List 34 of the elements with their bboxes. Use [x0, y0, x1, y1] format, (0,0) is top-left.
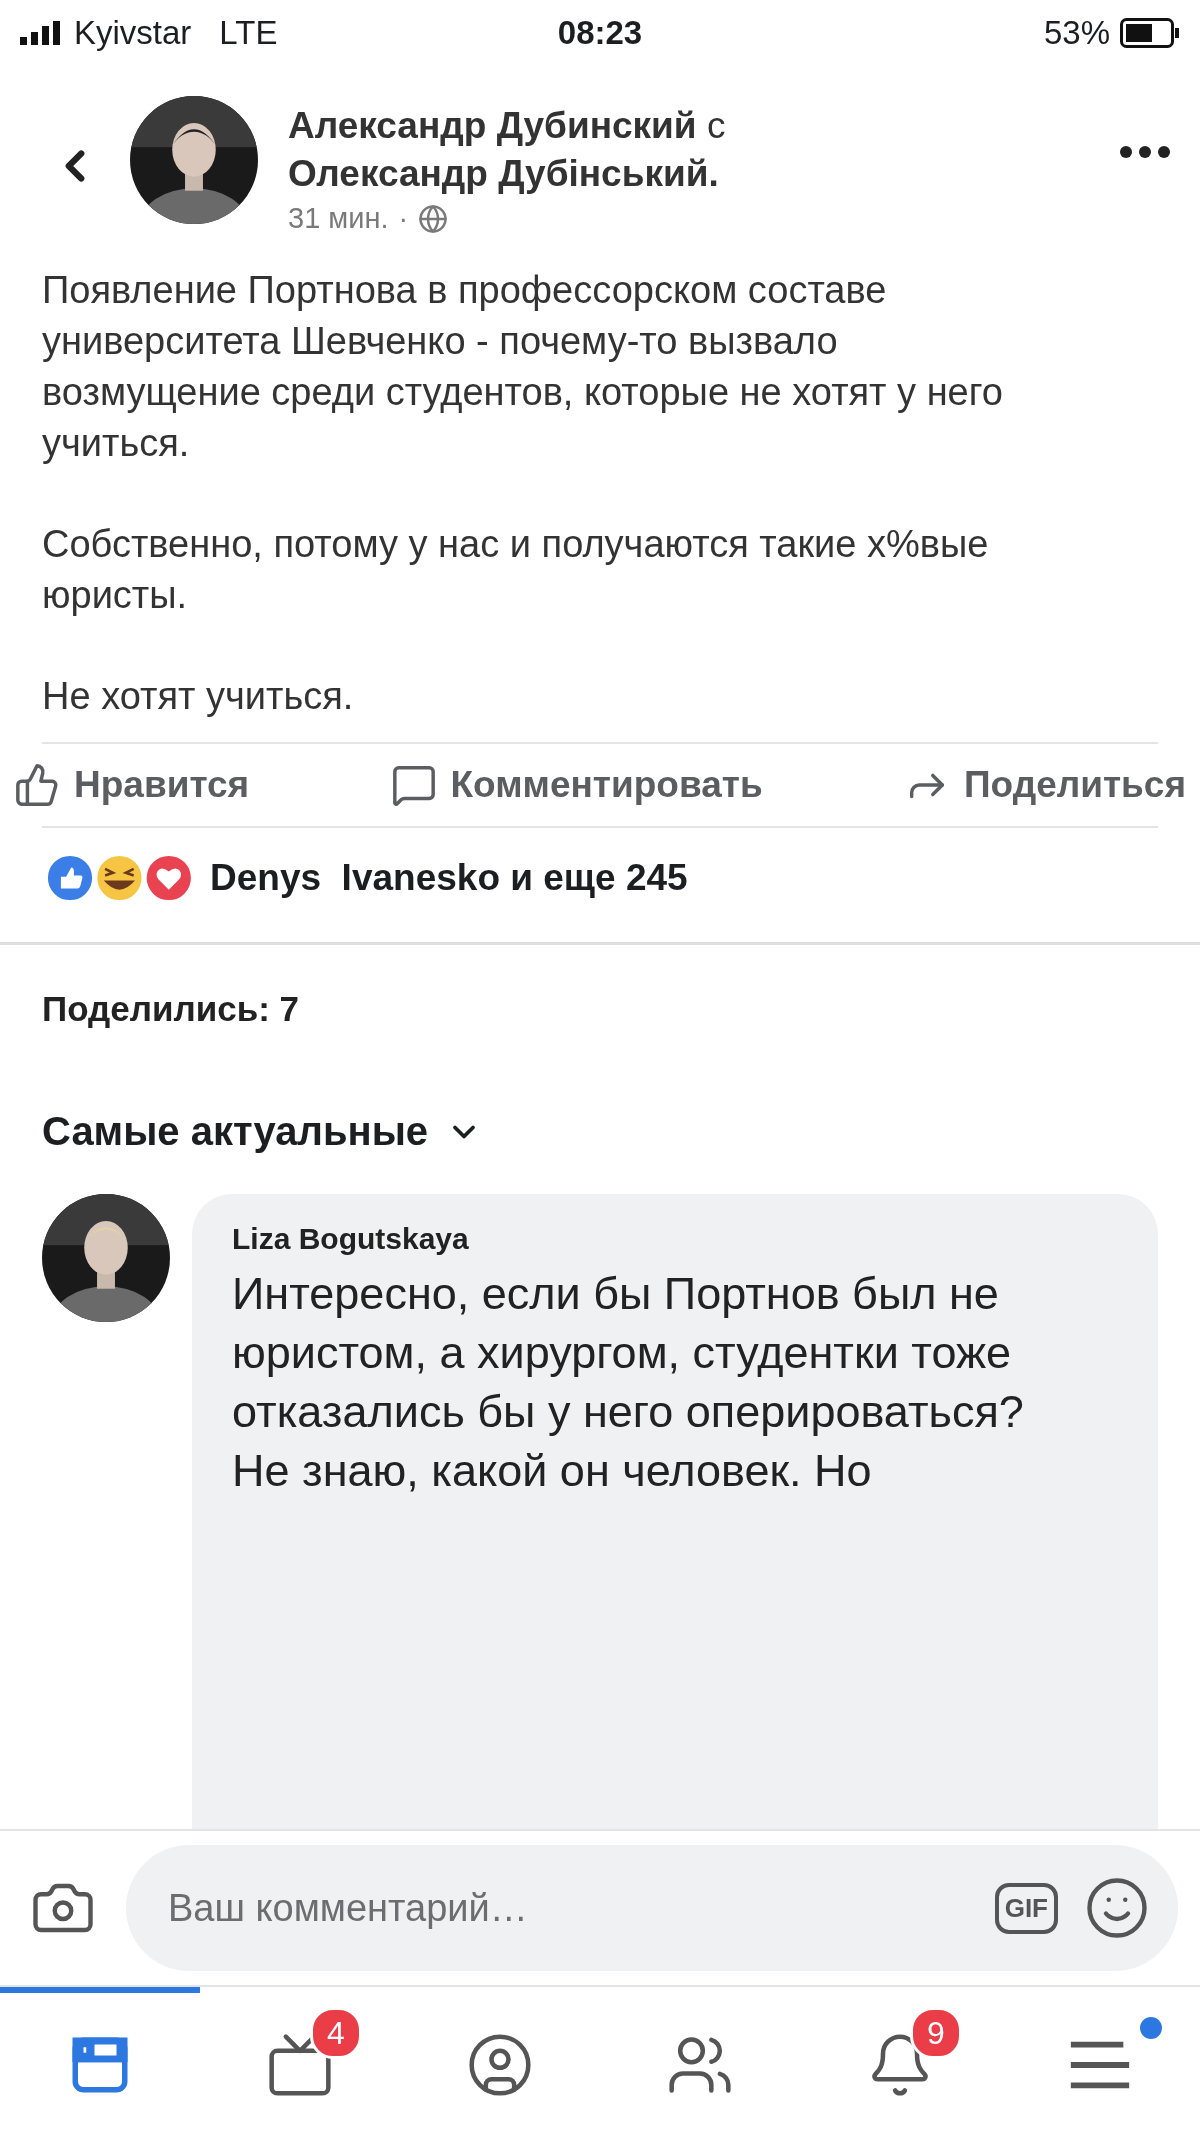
- notification-badge: 9: [910, 2007, 962, 2059]
- gif-button[interactable]: GIF: [994, 1882, 1058, 1934]
- thumbs-up-icon: [14, 762, 60, 808]
- post-paragraph: Не хотят учиться.: [42, 674, 355, 719]
- shares-count[interactable]: Поделились: 7: [0, 945, 1200, 1059]
- separator-dot: ·: [398, 202, 409, 235]
- smiley-icon: [1084, 1875, 1150, 1941]
- battery-percent: 53%: [1043, 14, 1110, 52]
- network-type: LTE: [219, 14, 278, 52]
- comment-text: Интересно, если бы Портнов был не юристом, а хирургом, студентки тоже отказались бы у него оперироваться? Не знаю, какой он человек. Но: [232, 1267, 1025, 1498]
- reactions-summary[interactable]: Denys Ivanesko и еще 245: [210, 857, 688, 899]
- like-button[interactable]: Нравится: [14, 762, 250, 808]
- sort-dropdown[interactable]: Самые актуальные: [42, 1109, 1200, 1154]
- clock-time: 08:23: [557, 14, 643, 52]
- battery-icon: [1120, 18, 1180, 48]
- globe-icon: [418, 203, 449, 234]
- comment-field[interactable]: Ваш комментарий… GIF: [126, 1845, 1178, 1971]
- notification-badge: 4: [310, 2007, 362, 2059]
- post-paragraph: Появление Портнова в профессорском составе университета Шевченко - почему-то вызвало возмущение среди студентов, которые не хотят у него учиться.: [42, 268, 1004, 466]
- comment-button[interactable]: Комментировать: [390, 762, 763, 808]
- post-paragraph: Собственно, потому у нас и получаются такие х%вые юристы.: [42, 522, 990, 618]
- post-time: 31 мин.: [288, 202, 389, 235]
- profile-icon: [466, 2031, 534, 2099]
- nav-tab[interactable]: 9: [800, 1987, 1000, 2137]
- more-options-button[interactable]: [1120, 146, 1170, 158]
- author-link[interactable]: Александр Дубинский: [288, 105, 697, 146]
- emoji-button[interactable]: [1084, 1875, 1150, 1941]
- share-button[interactable]: Поделиться: [903, 762, 1186, 808]
- tagged-link[interactable]: Олександр Дубінський.: [288, 153, 719, 194]
- carrier-name: Kyivstar: [74, 14, 192, 52]
- more-icon: [1120, 146, 1170, 158]
- comment-author[interactable]: Liza Bogutskaya: [232, 1222, 1118, 1256]
- post-author-line: Александр Дубинский с Олександр Дубінський.: [288, 104, 727, 196]
- nav-tab[interactable]: 4: [200, 1987, 400, 2137]
